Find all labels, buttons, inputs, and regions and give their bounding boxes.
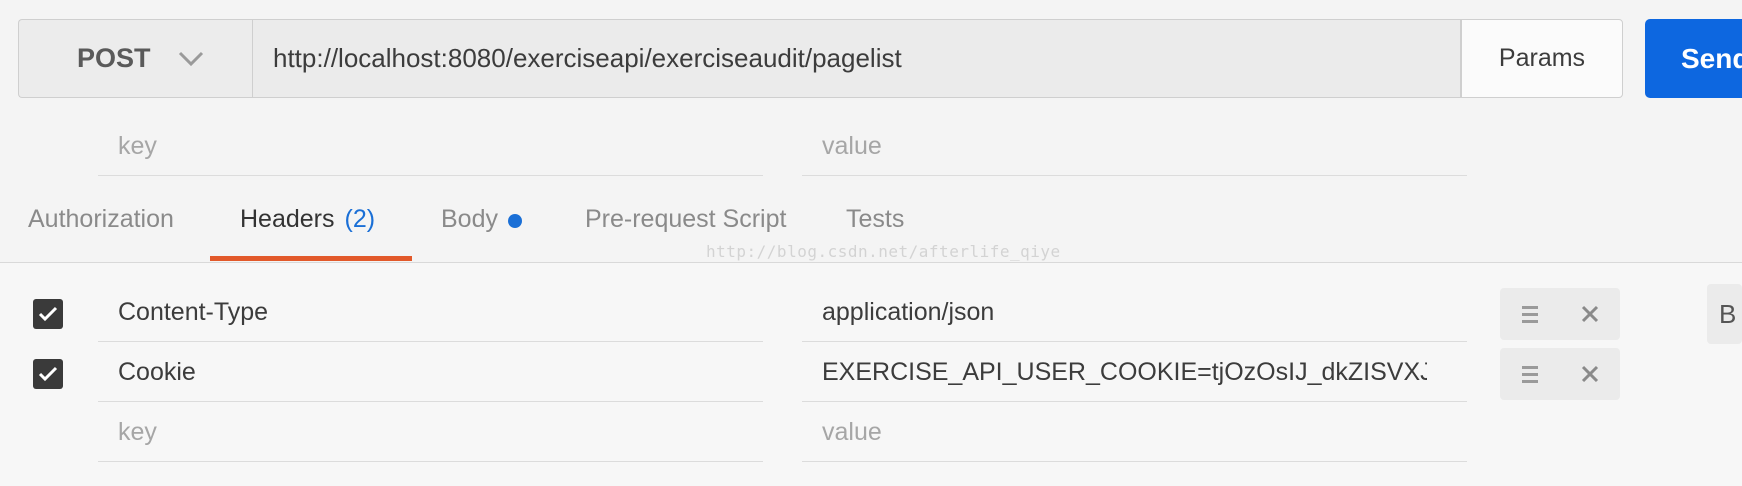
close-icon[interactable] bbox=[1581, 365, 1599, 383]
param-key-placeholder: key bbox=[118, 132, 157, 160]
tab-body-label: Body bbox=[441, 205, 498, 233]
body-modified-dot-icon bbox=[507, 214, 522, 228]
header-row-2-actions bbox=[1500, 348, 1620, 400]
header-row-1-actions bbox=[1500, 288, 1620, 340]
header-row-1-key[interactable]: Content-Type bbox=[98, 284, 763, 342]
header-row-1-value[interactable]: application/json bbox=[802, 284, 1467, 342]
method-label: POST bbox=[77, 43, 151, 73]
url-input[interactable]: http://localhost:8080/exerciseapi/exerci… bbox=[252, 19, 1461, 98]
param-value-placeholder: value bbox=[822, 132, 882, 160]
tab-authorization-label: Authorization bbox=[28, 205, 174, 233]
params-button[interactable]: Params bbox=[1461, 19, 1623, 98]
bulk-edit-button[interactable]: B bbox=[1707, 284, 1742, 344]
checkmark-icon bbox=[38, 366, 58, 382]
send-label: Send bbox=[1681, 42, 1742, 74]
param-value-input[interactable]: value bbox=[802, 118, 1467, 176]
header-value-text: EXERCISE_API_USER_COOKIE=tjOzOsIJ_dkZISV… bbox=[822, 358, 1427, 386]
header-row-2-key[interactable]: Cookie bbox=[98, 344, 763, 402]
watermark: http://blog.csdn.net/afterlife_qiye bbox=[706, 242, 1061, 261]
header-row-2-value[interactable]: EXERCISE_API_USER_COOKIE=tjOzOsIJ_dkZISV… bbox=[802, 344, 1467, 402]
header-new-key-input[interactable]: key bbox=[98, 404, 763, 462]
url-text: http://localhost:8080/exerciseapi/exerci… bbox=[273, 43, 902, 73]
params-label: Params bbox=[1498, 44, 1586, 72]
drag-handle-icon[interactable] bbox=[1521, 364, 1539, 384]
active-tab-indicator bbox=[210, 256, 412, 261]
checkmark-icon bbox=[38, 306, 58, 322]
header-key-text: Content-Type bbox=[118, 298, 269, 326]
param-key-input[interactable]: key bbox=[98, 118, 763, 176]
tab-authorization[interactable]: Authorization bbox=[28, 205, 174, 255]
drag-handle-icon[interactable] bbox=[1521, 304, 1539, 324]
header-key-text: Cookie bbox=[118, 358, 196, 386]
tab-tests-label: Tests bbox=[846, 205, 905, 233]
header-key-placeholder: key bbox=[118, 418, 157, 446]
header-new-value-input[interactable]: value bbox=[802, 404, 1467, 462]
close-icon[interactable] bbox=[1581, 305, 1599, 323]
chevron-down-icon bbox=[178, 51, 203, 66]
tab-headers[interactable]: Headers (2) bbox=[240, 205, 375, 255]
tab-headers-count: (2) bbox=[344, 205, 376, 233]
tab-divider bbox=[0, 262, 1742, 263]
header-row-1-checkbox[interactable] bbox=[33, 299, 63, 329]
method-dropdown[interactable]: POST bbox=[18, 19, 252, 98]
tab-pre-request-label: Pre-request Script bbox=[585, 205, 787, 233]
header-value-text: application/json bbox=[822, 298, 995, 326]
bulk-edit-label: B bbox=[1719, 298, 1737, 329]
send-button[interactable]: Send bbox=[1645, 19, 1742, 98]
header-value-placeholder: value bbox=[822, 418, 882, 446]
tab-body[interactable]: Body bbox=[441, 205, 522, 255]
tab-headers-label: Headers bbox=[240, 205, 335, 233]
header-row-2-checkbox[interactable] bbox=[33, 359, 63, 389]
